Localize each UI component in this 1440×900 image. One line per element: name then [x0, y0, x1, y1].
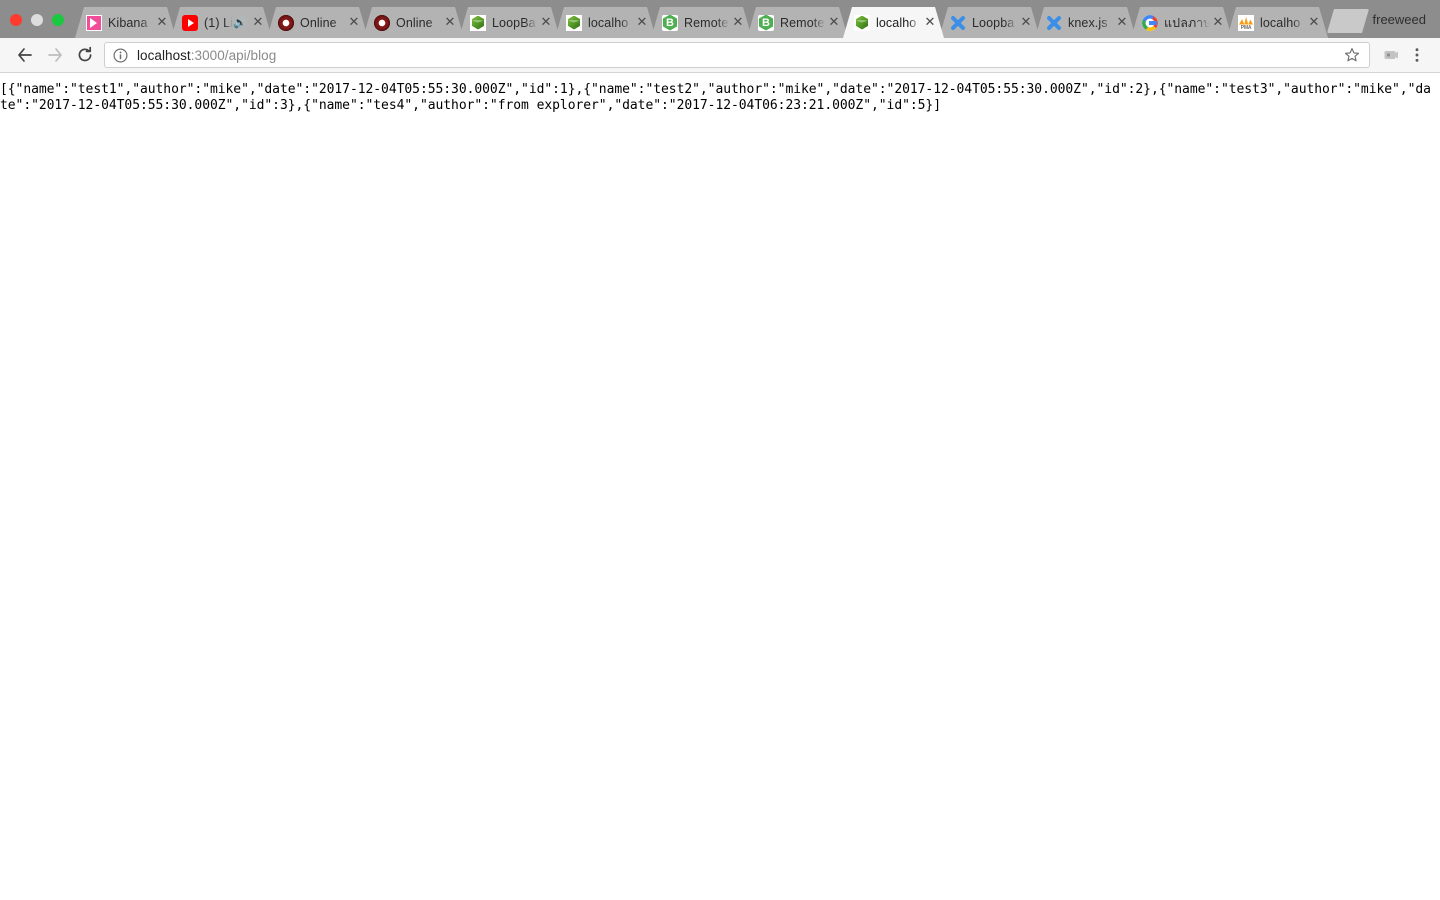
reload-button[interactable] [70, 40, 100, 70]
browser-tab[interactable]: Online ✕ [363, 7, 464, 38]
tab-title: Loopba [972, 15, 1015, 30]
bookmark-star-icon[interactable] [1343, 47, 1361, 63]
address-bar[interactable]: localhost:3000/api/blog [104, 42, 1370, 68]
tab-strip: Kibana ✕ (1) Li 🔊 ✕ Online ✕ Online ✕ LoopBa ✕ loca… [0, 0, 1440, 38]
url-path: :3000/api/blog [190, 47, 277, 63]
tab-title: (1) Li [204, 15, 234, 30]
url-text: localhost:3000/api/blog [137, 48, 276, 63]
three-dot-menu-icon [1415, 48, 1419, 62]
tab-title: knex.js [1068, 15, 1108, 30]
tab-close-icon[interactable]: ✕ [826, 16, 842, 29]
tab-close-icon[interactable]: ✕ [538, 16, 554, 29]
profile-name-label[interactable]: freeweed [1373, 12, 1426, 27]
browser-tab[interactable]: Remote✕ [747, 7, 848, 38]
browser-tab[interactable]: แปลภาษ ✕ [1131, 7, 1232, 38]
back-arrow-icon [18, 48, 32, 62]
forward-arrow-icon [48, 48, 62, 62]
browser-window: Kibana ✕ (1) Li 🔊 ✕ Online ✕ Online ✕ LoopBa ✕ loca… [0, 0, 1440, 900]
info-circle-icon[interactable] [113, 47, 129, 63]
reload-icon [78, 46, 92, 62]
tab-title: Online [300, 15, 337, 30]
tab-title: localho [588, 15, 629, 30]
browser-tab[interactable]: (1) Li 🔊 ✕ [171, 7, 272, 38]
tab-title: Remote [780, 15, 825, 30]
forward-button [40, 40, 70, 70]
minimize-window-button[interactable] [31, 14, 43, 26]
strongloop-icon [950, 15, 966, 31]
tab-close-icon[interactable]: ✕ [442, 16, 458, 29]
tab-title: LoopBa [492, 15, 536, 30]
nodejs-cube-icon [854, 15, 870, 31]
page-viewport: [{"name":"test1","author":"mike","date":… [0, 74, 1440, 900]
new-tab-button[interactable] [1327, 9, 1369, 33]
json-response-body: [{"name":"test1","author":"mike","date":… [0, 82, 1431, 113]
window-traffic-lights [10, 14, 64, 26]
google-icon [1142, 15, 1158, 31]
nodejs-cube-icon [470, 15, 486, 31]
browser-toolbar: localhost:3000/api/blog [0, 38, 1440, 73]
browser-tab[interactable]: LoopBa ✕ [459, 7, 560, 38]
browser-tab[interactable]: Remote✕ [651, 7, 752, 38]
browser-tab[interactable]: knex.js ✕ [1035, 7, 1136, 38]
tab-title: แปลภาษ [1164, 15, 1210, 30]
tab-audio-playing-icon[interactable]: 🔊 [233, 17, 247, 28]
tab-title: localho [1260, 15, 1301, 30]
url-host: localhost [137, 47, 191, 63]
tab-close-icon[interactable]: ✕ [1210, 16, 1226, 29]
browser-tab[interactable]: Online ✕ [267, 7, 368, 38]
youtube-icon [182, 15, 198, 31]
phpmyadmin-icon [1238, 15, 1254, 31]
online-icon [374, 15, 390, 31]
tab-close-icon[interactable]: ✕ [1114, 16, 1130, 29]
browser-menu-button[interactable] [1404, 42, 1430, 68]
strongloop-icon [1046, 15, 1062, 31]
tab-close-icon[interactable]: ✕ [250, 16, 266, 29]
browser-tab[interactable]: localho ✕ [555, 7, 656, 38]
browser-tab[interactable]: localho ✕ [843, 7, 944, 38]
browser-tab[interactable]: Kibana ✕ [75, 7, 176, 38]
browser-tab[interactable]: localho ✕ [1227, 7, 1328, 38]
tab-close-icon[interactable]: ✕ [154, 16, 170, 29]
tab-title: Kibana [108, 15, 148, 30]
cast-button[interactable] [1378, 42, 1404, 68]
bitbucket-icon [758, 15, 774, 31]
tab-close-icon[interactable]: ✕ [634, 16, 650, 29]
tab-close-icon[interactable]: ✕ [1306, 16, 1322, 29]
back-button[interactable] [10, 40, 40, 70]
nodejs-cube-icon [566, 15, 582, 31]
bitbucket-icon [662, 15, 678, 31]
close-window-button[interactable] [10, 14, 22, 26]
browser-tab[interactable]: Loopba ✕ [939, 7, 1040, 38]
zoom-window-button[interactable] [52, 14, 64, 26]
tab-title: localho [876, 15, 917, 30]
tab-title: Online [396, 15, 433, 30]
tab-title: Remote [684, 15, 729, 30]
cast-icon [1384, 51, 1398, 59]
tab-close-icon[interactable]: ✕ [1018, 16, 1034, 29]
tab-close-icon[interactable]: ✕ [922, 16, 938, 29]
kibana-icon [86, 15, 102, 31]
tab-close-icon[interactable]: ✕ [346, 16, 362, 29]
online-icon [278, 15, 294, 31]
tab-close-icon[interactable]: ✕ [730, 16, 746, 29]
